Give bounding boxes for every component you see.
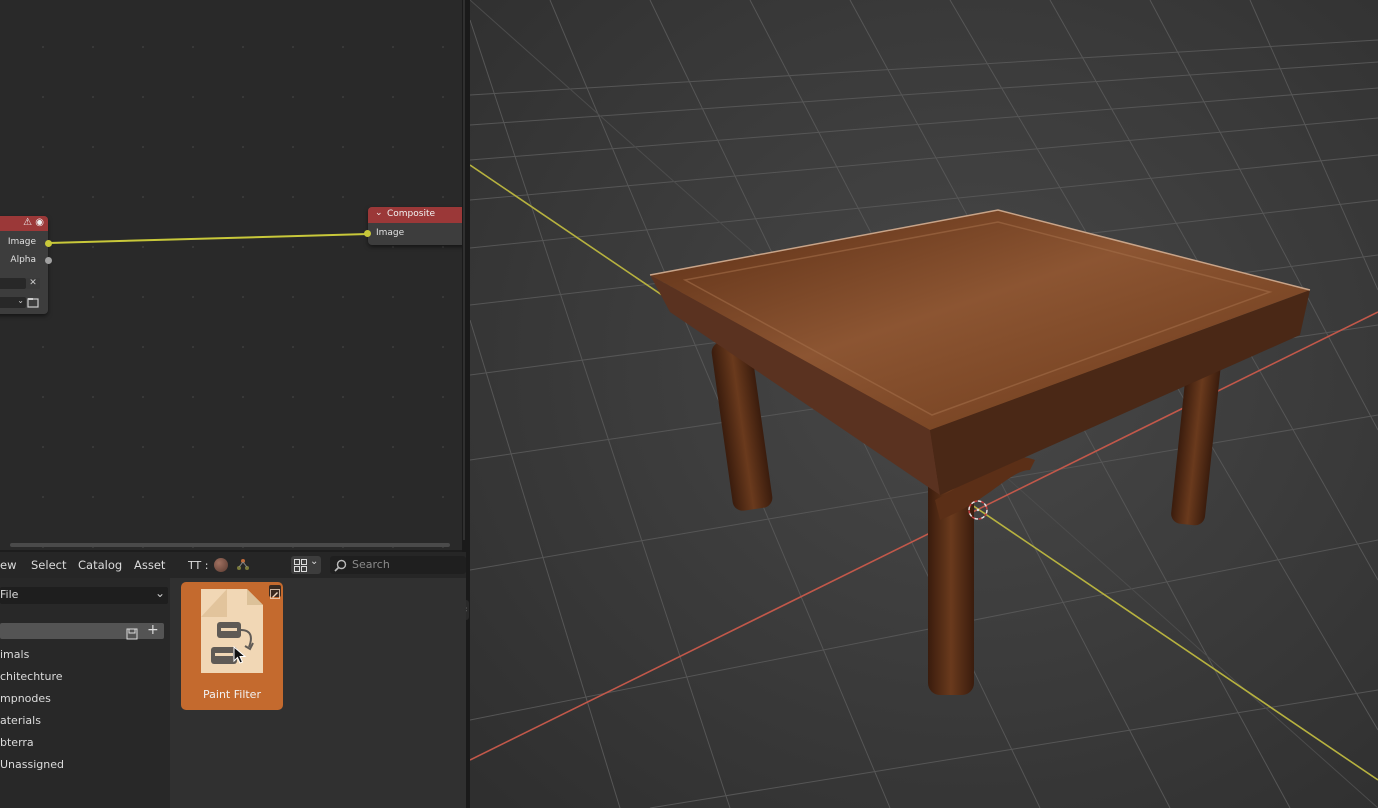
library-source-value: File bbox=[0, 588, 19, 601]
asset-tile[interactable]: Paint Filter bbox=[181, 582, 283, 710]
catalog-name-field[interactable]: + bbox=[0, 622, 164, 640]
asset-name: Paint Filter bbox=[203, 688, 261, 701]
composite-node-title: Composite bbox=[387, 209, 436, 219]
image-node[interactable]: ⚠ ◉ Image Alpha ✕ ⌄ bbox=[0, 216, 52, 314]
horizontal-scrollbar[interactable] bbox=[10, 543, 450, 547]
catalog-item-architecture[interactable]: chitechture bbox=[0, 670, 63, 683]
search-input[interactable]: Search bbox=[330, 556, 466, 574]
catalog-item-animals[interactable]: imals bbox=[0, 648, 29, 661]
node-group-icon bbox=[201, 589, 263, 673]
close-icon[interactable]: ✕ bbox=[26, 278, 40, 289]
search-placeholder: Search bbox=[352, 558, 390, 571]
chevron-down-icon[interactable]: ⌄ bbox=[375, 208, 383, 218]
bookmark-icon[interactable] bbox=[126, 625, 138, 644]
image-datablock-field[interactable] bbox=[0, 278, 26, 289]
catalog-item-unassigned[interactable]: Unassigned bbox=[0, 758, 64, 771]
menu-asset[interactable]: Asset bbox=[134, 558, 165, 572]
output-alpha-socket[interactable] bbox=[45, 257, 52, 264]
catalog-item-compnodes[interactable]: mpnodes bbox=[0, 692, 51, 705]
output-image-socket[interactable] bbox=[45, 240, 52, 247]
composite-node-header[interactable]: ⌄ Composite bbox=[368, 207, 462, 223]
library-source-select[interactable]: File ⌄ bbox=[0, 586, 168, 604]
asset-browser-header: ew Select Catalog Asset TT : ⌄ Search bbox=[0, 552, 466, 578]
chevron-down-icon: ⌄ bbox=[154, 586, 165, 600]
chevron-down-icon: ⌄ bbox=[310, 556, 319, 567]
node-editor[interactable]: ⚠ ◉ Image Alpha ✕ ⌄ ⌄ Composite Image bbox=[0, 0, 462, 550]
menu-catalog[interactable]: Catalog bbox=[78, 558, 122, 572]
display-mode-toggle[interactable]: ⌄ bbox=[291, 556, 321, 574]
node-link bbox=[48, 233, 369, 244]
image-source-dropdown[interactable]: ⌄ bbox=[0, 296, 26, 308]
output-alpha-label: Alpha bbox=[10, 255, 36, 265]
area-divider-edge bbox=[463, 0, 465, 540]
eye-icon[interactable]: ◉ bbox=[35, 217, 44, 228]
3d-viewport[interactable] bbox=[470, 0, 1378, 808]
composite-node[interactable]: ⌄ Composite Image bbox=[364, 207, 462, 245]
menu-view[interactable]: ew bbox=[0, 558, 16, 572]
catalog-item-subterra[interactable]: bterra bbox=[0, 736, 34, 749]
input-image-socket[interactable] bbox=[364, 230, 371, 237]
input-image-label: Image bbox=[376, 228, 405, 238]
catalog-item-materials[interactable]: aterials bbox=[0, 714, 41, 727]
menu-select[interactable]: Select bbox=[31, 558, 66, 572]
image-node-header[interactable]: ⚠ ◉ bbox=[0, 216, 48, 231]
library-label: TT : bbox=[188, 559, 209, 572]
node-tree-icon[interactable] bbox=[235, 557, 251, 577]
viewport-scene bbox=[470, 0, 1378, 808]
material-preview-icon[interactable] bbox=[214, 558, 228, 572]
cursor-icon bbox=[233, 646, 247, 664]
output-image-label: Image bbox=[7, 237, 36, 247]
add-icon[interactable]: + bbox=[147, 622, 159, 638]
search-icon bbox=[334, 559, 347, 572]
catalog-sidebar: File ⌄ + imals chitechture mpnodes ateri… bbox=[0, 578, 170, 808]
grid-view-icon bbox=[294, 559, 307, 572]
warning-icon: ⚠ bbox=[23, 217, 33, 228]
folder-icon[interactable] bbox=[26, 296, 40, 309]
chevron-down-icon: ⌄ bbox=[17, 296, 24, 305]
asset-browser: ew Select Catalog Asset TT : ⌄ Search Fi… bbox=[0, 552, 466, 808]
edit-icon[interactable] bbox=[269, 585, 281, 599]
